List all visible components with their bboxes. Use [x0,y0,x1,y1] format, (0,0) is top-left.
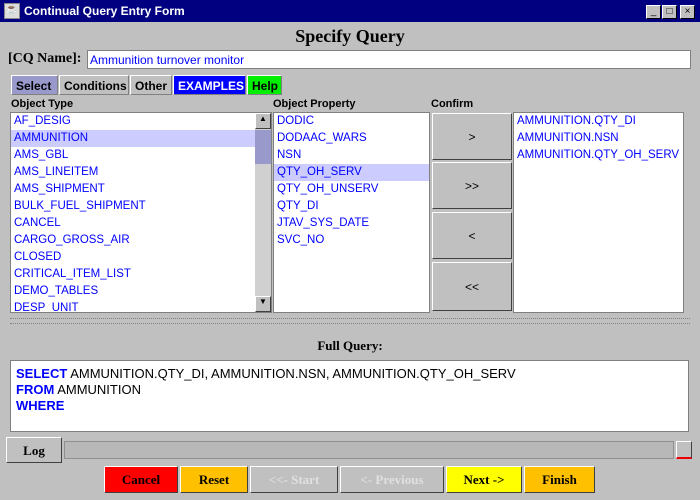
list-item[interactable]: JTAV_SYS_DATE [274,215,429,232]
list-item[interactable]: DODIC [274,113,429,130]
splitter[interactable] [10,318,690,324]
tab-other[interactable]: Other [130,75,172,95]
list-item[interactable]: SVC_NO [274,232,429,249]
remove-all-button[interactable]: << [432,262,512,311]
full-query-label: Full Query: [317,338,383,353]
list-item[interactable]: NSN [274,147,429,164]
list-item[interactable]: CARGO_GROSS_AIR [11,232,271,249]
confirm-label: Confirm [431,98,474,110]
start-button[interactable]: <<- Start [250,466,338,493]
window-title: Continual Query Entry Form [24,4,185,18]
scroll-thumb[interactable] [255,130,271,164]
list-item[interactable]: CRITICAL_ITEM_LIST [11,266,271,283]
page-title: Specify Query [295,26,405,46]
object-type-label: Object Type [11,98,74,110]
add-all-button[interactable]: >> [432,162,512,209]
log-button[interactable]: Log [6,437,62,463]
list-item[interactable]: DESP_UNIT [11,300,271,312]
tab-select[interactable]: Select [11,75,58,95]
finish-button[interactable]: Finish [524,466,595,493]
where-keyword: WHERE [16,398,65,413]
list-item[interactable]: AMMUNITION.QTY_DI [514,113,683,130]
tab-conditions[interactable]: Conditions [59,75,129,95]
previous-button[interactable]: <- Previous [340,466,444,493]
scroll-up-icon[interactable]: ▲ [255,113,271,129]
title-bar: Continual Query Entry Form [0,0,700,22]
maximize-button[interactable]: □ [662,5,677,19]
log-toggle[interactable] [676,441,692,459]
select-columns: AMMUNITION.QTY_DI, AMMUNITION.NSN, AMMUN… [70,366,516,381]
log-bar [64,441,674,459]
reset-button[interactable]: Reset [180,466,248,493]
next-button[interactable]: Next -> [446,466,522,493]
list-item[interactable]: AMS_LINEITEM [11,164,271,181]
object-property-list[interactable]: DODIC DODAAC_WARS NSN QTY_OH_SERV QTY_OH_UNS… [273,112,430,313]
list-item[interactable]: AMMUNITION.NSN [514,130,683,147]
select-keyword: SELECT [16,366,68,381]
object-property-label: Object Property [273,98,356,110]
minimize-button[interactable]: _ [646,5,661,19]
confirm-list[interactable]: AMMUNITION.QTY_DI AMMUNITION.NSN AMMUNITIO… [513,112,684,313]
list-item[interactable]: AMS_GBL [11,147,271,164]
tab-help[interactable]: Help [247,75,282,95]
list-item[interactable]: QTY_OH_UNSERV [274,181,429,198]
list-item[interactable]: DODAAC_WARS [274,130,429,147]
object-type-list[interactable]: AF_DESIG AMMUNITION AMS_GBL AMS_LINEITEM AMS… [10,112,272,313]
list-item[interactable]: AMMUNITION [11,130,271,147]
cq-name-label: [CQ Name]: [8,51,82,66]
from-table: AMMUNITION [57,382,141,397]
close-button[interactable]: × [680,5,695,19]
add-button[interactable]: > [432,113,512,160]
list-item[interactable]: QTY_DI [274,198,429,215]
remove-button[interactable]: < [432,212,512,259]
cq-name-input[interactable]: Ammunition turnover monitor [87,50,691,69]
list-item[interactable]: BULK_FUEL_SHIPMENT [11,198,271,215]
app-icon: ☕ [4,3,20,19]
from-keyword: FROM [16,382,55,397]
list-item[interactable]: AF_DESIG [11,113,271,130]
full-query-text[interactable]: SELECT AMMUNITION.QTY_DI, AMMUNITION.NSN… [10,360,689,432]
list-item[interactable]: AMS_SHIPMENT [11,181,271,198]
scrollbar[interactable]: ▲ ▼ [255,113,271,312]
tab-examples[interactable]: EXAMPLES [173,75,246,95]
list-item[interactable]: CLOSED [11,249,271,266]
list-item[interactable]: AMMUNITION.QTY_OH_SERV [514,147,683,164]
list-item[interactable]: DEMO_TABLES [11,283,271,300]
list-item[interactable]: CANCEL [11,215,271,232]
list-item[interactable]: QTY_OH_SERV [274,164,429,181]
scroll-down-icon[interactable]: ▼ [255,296,271,312]
cancel-button[interactable]: Cancel [104,466,178,493]
